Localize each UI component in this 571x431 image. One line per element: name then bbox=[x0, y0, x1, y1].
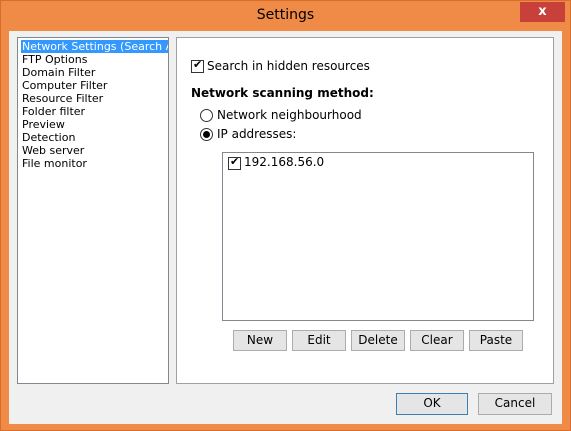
cancel-button[interactable]: Cancel bbox=[478, 393, 552, 415]
ip-addresses-label: IP addresses: bbox=[217, 127, 297, 141]
close-icon: x bbox=[538, 4, 547, 19]
window-title: Settings bbox=[256, 7, 315, 23]
sidebar-item-network-settings[interactable]: Network Settings (Search Area bbox=[21, 40, 168, 53]
paste-button[interactable]: Paste bbox=[469, 330, 523, 351]
network-settings-panel: ✔ Search in hidden resources Network sca… bbox=[176, 37, 554, 384]
sidebar-item-detection[interactable]: Detection bbox=[21, 131, 76, 144]
delete-button[interactable]: Delete bbox=[351, 330, 405, 351]
checkmark-icon: ✔ bbox=[193, 58, 203, 71]
ok-button[interactable]: OK bbox=[396, 393, 468, 415]
close-button[interactable]: x bbox=[520, 2, 565, 22]
ip-entry-address: 192.168.56.0 bbox=[244, 155, 325, 169]
ip-entry-checkbox[interactable]: ✔ bbox=[228, 155, 241, 170]
radio-selected-icon bbox=[203, 131, 210, 138]
title-bar[interactable]: Settings x bbox=[1, 1, 570, 31]
ip-addresses-radio[interactable] bbox=[200, 128, 213, 141]
sidebar-item-preview[interactable]: Preview bbox=[21, 118, 66, 131]
search-hidden-checkbox[interactable]: ✔ bbox=[191, 58, 204, 73]
search-hidden-label: Search in hidden resources bbox=[207, 59, 370, 73]
ip-address-list[interactable]: ✔ 192.168.56.0 bbox=[222, 152, 534, 321]
sidebar-item-domain-filter[interactable]: Domain Filter bbox=[21, 66, 96, 79]
sidebar-item-folder-filter[interactable]: Folder filter bbox=[21, 105, 86, 118]
edit-button[interactable]: Edit bbox=[292, 330, 346, 351]
checkmark-icon: ✔ bbox=[230, 155, 240, 168]
sidebar-item-ftp-options[interactable]: FTP Options bbox=[21, 53, 88, 66]
sidebar-item-web-server[interactable]: Web server bbox=[21, 144, 85, 157]
network-neighbourhood-radio[interactable] bbox=[200, 109, 213, 122]
clear-button[interactable]: Clear bbox=[410, 330, 464, 351]
scanning-method-heading: Network scanning method: bbox=[191, 86, 374, 100]
settings-category-list[interactable]: Network Settings (Search Area FTP Option… bbox=[17, 37, 169, 384]
dialog-client-area: Network Settings (Search Area FTP Option… bbox=[9, 31, 562, 424]
network-neighbourhood-label: Network neighbourhood bbox=[217, 108, 362, 122]
sidebar-item-computer-filter[interactable]: Computer Filter bbox=[21, 79, 108, 92]
new-button[interactable]: New bbox=[233, 330, 287, 351]
settings-window: Settings x Network Settings (Search Area… bbox=[0, 0, 571, 431]
sidebar-item-resource-filter[interactable]: Resource Filter bbox=[21, 92, 104, 105]
sidebar-item-file-monitor[interactable]: File monitor bbox=[21, 157, 88, 170]
